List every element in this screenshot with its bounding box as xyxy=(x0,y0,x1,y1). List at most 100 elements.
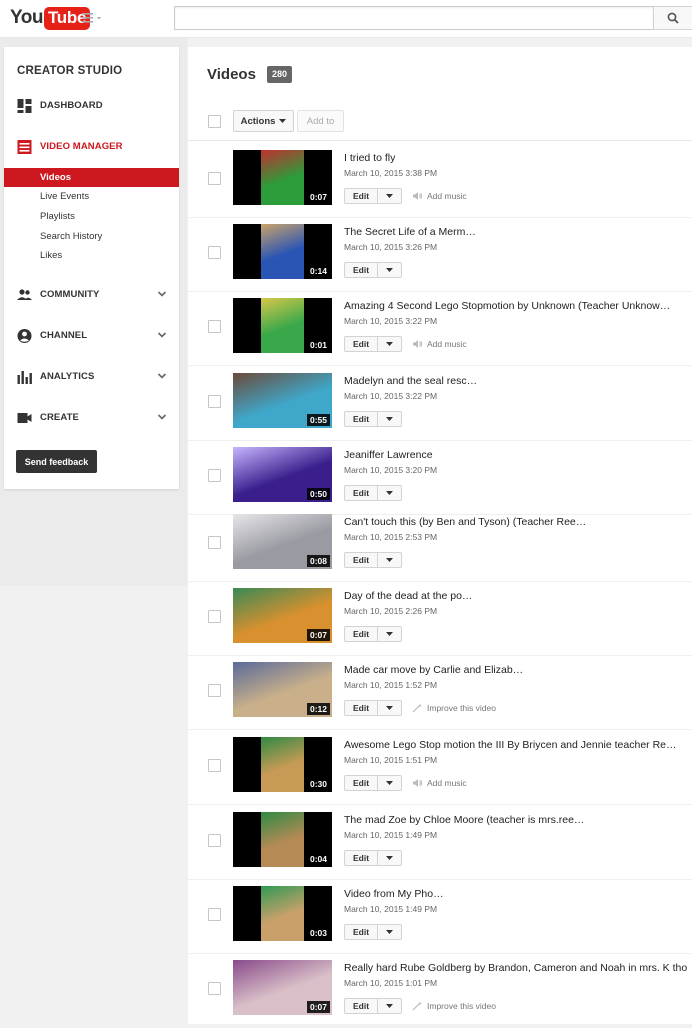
video-title[interactable]: The mad Zoe by Chloe Moore (teacher is m… xyxy=(344,814,584,826)
nav-video-manager[interactable]: VIDEO MANAGER xyxy=(4,136,179,158)
video-checkbox[interactable] xyxy=(208,834,221,847)
sidebar-item-live-events[interactable]: Live Events xyxy=(4,187,179,206)
send-feedback-button[interactable]: Send feedback xyxy=(16,450,97,473)
video-thumbnail[interactable]: 0:12 xyxy=(233,662,332,717)
nav-analytics[interactable]: ANALYTICS xyxy=(4,366,179,388)
video-checkbox[interactable] xyxy=(208,610,221,623)
video-checkbox[interactable] xyxy=(208,246,221,259)
youtube-logo[interactable]: You Tube xyxy=(10,6,91,30)
video-thumbnail[interactable]: 0:01 xyxy=(233,298,332,353)
edit-button[interactable]: Edit xyxy=(344,626,378,642)
create-icon xyxy=(17,413,32,423)
video-thumbnail[interactable]: 0:55 xyxy=(233,373,332,428)
video-thumbnail[interactable]: 0:03 xyxy=(233,886,332,941)
edit-dropdown-button[interactable] xyxy=(378,262,402,278)
nav-dashboard[interactable]: DASHBOARD xyxy=(4,95,179,117)
actions-button[interactable]: Actions xyxy=(233,110,294,132)
sidebar: CREATOR STUDIO DASHBOARD VIDEO MANAGER V… xyxy=(4,47,179,489)
video-title[interactable]: The Secret Life of a Merm… xyxy=(344,226,476,238)
video-title[interactable]: Video from My Pho… xyxy=(344,888,444,900)
video-checkbox[interactable] xyxy=(208,908,221,921)
improve-video-link[interactable]: Improve this video xyxy=(412,703,496,713)
nav-dashboard-label: DASHBOARD xyxy=(40,100,103,111)
edit-dropdown-button[interactable] xyxy=(378,485,402,501)
video-duration: 0:04 xyxy=(306,853,330,865)
edit-button[interactable]: Edit xyxy=(344,998,378,1014)
add-music-link[interactable]: Add music xyxy=(412,191,467,201)
edit-button[interactable]: Edit xyxy=(344,850,378,866)
edit-dropdown-button[interactable] xyxy=(378,775,402,791)
analytics-icon xyxy=(17,371,32,384)
edit-dropdown-button[interactable] xyxy=(378,188,402,204)
video-thumbnail[interactable]: 0:07 xyxy=(233,588,332,643)
video-title[interactable]: I tried to fly xyxy=(344,152,395,164)
video-row: 0:07 I tried to fly March 10, 2015 3:38 PM… xyxy=(188,144,692,218)
edit-button[interactable]: Edit xyxy=(344,188,378,204)
nav-channel[interactable]: CHANNEL xyxy=(4,325,179,347)
sidebar-item-search-history[interactable]: Search History xyxy=(4,227,179,246)
edit-dropdown-button[interactable] xyxy=(378,552,402,568)
edit-button[interactable]: Edit xyxy=(344,700,378,716)
edit-button[interactable]: Edit xyxy=(344,262,378,278)
video-checkbox[interactable] xyxy=(208,536,221,549)
edit-dropdown-button[interactable] xyxy=(378,626,402,642)
guide-menu-button[interactable] xyxy=(82,12,104,26)
search-input[interactable] xyxy=(174,6,654,30)
video-count-badge: 280 xyxy=(267,66,293,83)
video-thumbnail[interactable]: 0:14 xyxy=(233,224,332,279)
row-divider xyxy=(188,729,692,730)
edit-dropdown-button[interactable] xyxy=(378,700,402,716)
video-checkbox[interactable] xyxy=(208,172,221,185)
video-title[interactable]: Amazing 4 Second Lego Stopmotion by Unkn… xyxy=(344,300,670,312)
video-thumbnail[interactable]: 0:50 xyxy=(233,447,332,502)
edit-button[interactable]: Edit xyxy=(344,336,378,352)
edit-dropdown-button[interactable] xyxy=(378,850,402,866)
magic-wand-icon xyxy=(412,1001,422,1011)
improve-video-link[interactable]: Improve this video xyxy=(412,1001,496,1011)
video-title[interactable]: Can't touch this (by Ben and Tyson) (Tea… xyxy=(344,516,586,528)
video-title[interactable]: Awesome Lego Stop motion the III By Briy… xyxy=(344,739,677,751)
nav-community[interactable]: COMMUNITY xyxy=(4,284,179,306)
add-music-link[interactable]: Add music xyxy=(412,339,467,349)
video-title[interactable]: Really hard Rube Goldberg by Brandon, Ca… xyxy=(344,962,687,974)
edit-button[interactable]: Edit xyxy=(344,775,378,791)
nav-video-manager-label: VIDEO MANAGER xyxy=(40,141,123,152)
select-all-checkbox[interactable] xyxy=(208,115,221,128)
video-checkbox[interactable] xyxy=(208,469,221,482)
hamburger-icon xyxy=(82,13,101,23)
add-music-link[interactable]: Add music xyxy=(412,778,467,788)
nav-create[interactable]: CREATE xyxy=(4,407,179,429)
search-button[interactable] xyxy=(653,6,692,30)
chevron-down-icon xyxy=(157,291,167,297)
edit-dropdown-button[interactable] xyxy=(378,998,402,1014)
caret-down-icon xyxy=(386,929,393,934)
video-checkbox[interactable] xyxy=(208,395,221,408)
edit-dropdown-button[interactable] xyxy=(378,336,402,352)
video-title[interactable]: Jeaniffer Lawrence xyxy=(344,449,433,461)
sidebar-item-videos[interactable]: Videos xyxy=(4,168,179,187)
video-thumbnail[interactable]: 0:07 xyxy=(233,150,332,205)
video-checkbox[interactable] xyxy=(208,320,221,333)
edit-button[interactable]: Edit xyxy=(344,924,378,940)
video-title[interactable]: Madelyn and the seal resc… xyxy=(344,375,477,387)
edit-dropdown-button[interactable] xyxy=(378,411,402,427)
edit-button[interactable]: Edit xyxy=(344,411,378,427)
nav-create-label: CREATE xyxy=(40,412,79,423)
channel-icon xyxy=(17,329,32,343)
edit-dropdown-button[interactable] xyxy=(378,924,402,940)
video-thumbnail[interactable]: 0:07 xyxy=(233,960,332,1015)
video-checkbox[interactable] xyxy=(208,982,221,995)
edit-button[interactable]: Edit xyxy=(344,485,378,501)
video-thumbnail[interactable]: 0:04 xyxy=(233,812,332,867)
video-title[interactable]: Made car move by Carlie and Elizab… xyxy=(344,664,523,676)
sidebar-item-likes[interactable]: Likes xyxy=(4,246,179,265)
video-checkbox[interactable] xyxy=(208,759,221,772)
sidebar-item-playlists[interactable]: Playlists xyxy=(4,207,179,226)
video-thumbnail[interactable]: 0:30 xyxy=(233,737,332,792)
edit-button[interactable]: Edit xyxy=(344,552,378,568)
add-to-button[interactable]: Add to xyxy=(297,110,344,132)
video-thumbnail[interactable]: 0:08 xyxy=(233,514,332,569)
video-checkbox[interactable] xyxy=(208,684,221,697)
video-title[interactable]: Day of the dead at the po… xyxy=(344,590,472,602)
video-duration: 0:07 xyxy=(306,629,330,641)
